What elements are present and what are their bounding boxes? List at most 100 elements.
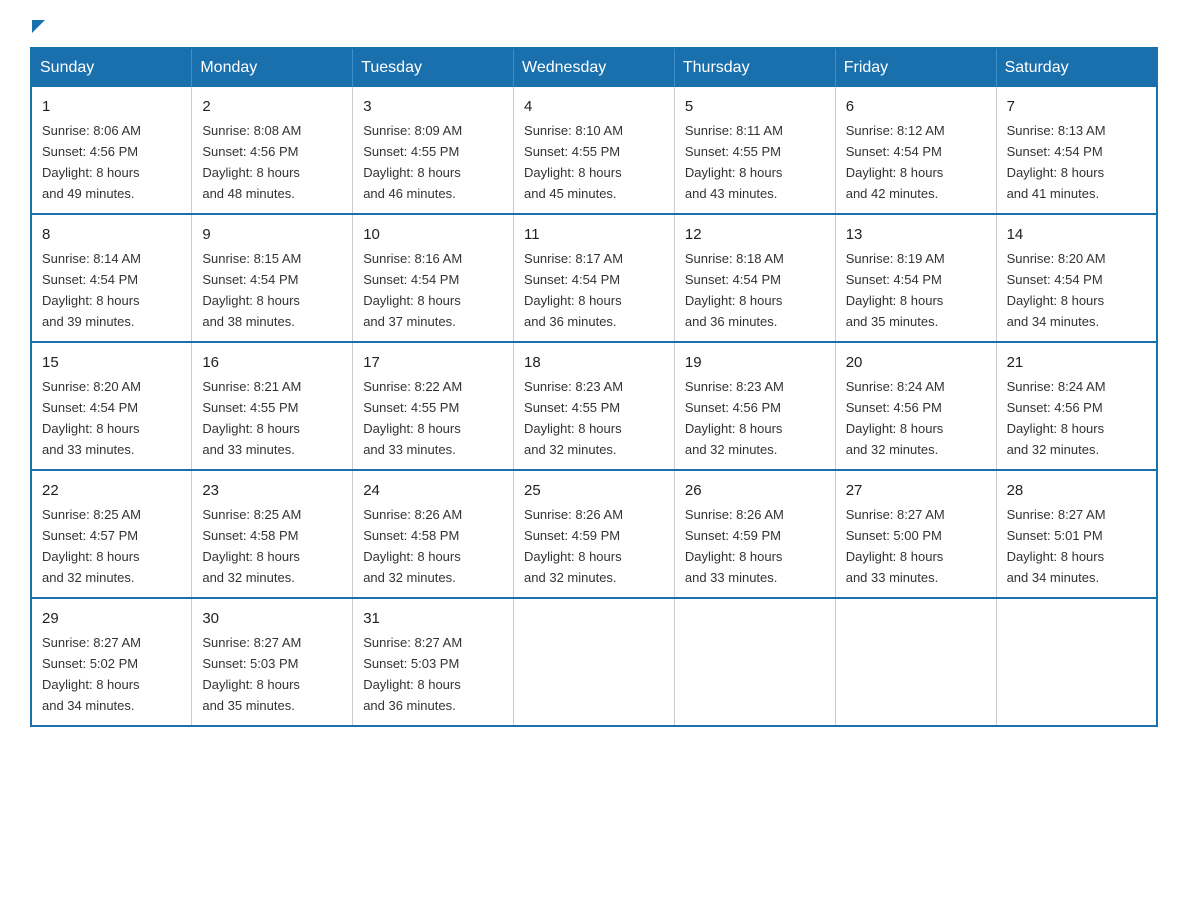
day-info: Sunrise: 8:15 AMSunset: 4:54 PMDaylight:…: [202, 251, 301, 329]
day-number: 9: [202, 223, 342, 246]
day-info: Sunrise: 8:27 AMSunset: 5:03 PMDaylight:…: [202, 635, 301, 713]
calendar-cell: [674, 598, 835, 726]
calendar-cell: 17 Sunrise: 8:22 AMSunset: 4:55 PMDaylig…: [353, 342, 514, 470]
day-number: 31: [363, 607, 503, 630]
header-wednesday: Wednesday: [514, 48, 675, 87]
day-info: Sunrise: 8:20 AMSunset: 4:54 PMDaylight:…: [42, 379, 141, 457]
day-info: Sunrise: 8:27 AMSunset: 5:00 PMDaylight:…: [846, 507, 945, 585]
calendar-week-3: 15 Sunrise: 8:20 AMSunset: 4:54 PMDaylig…: [31, 342, 1157, 470]
day-number: 10: [363, 223, 503, 246]
calendar-cell: 22 Sunrise: 8:25 AMSunset: 4:57 PMDaylig…: [31, 470, 192, 598]
day-info: Sunrise: 8:27 AMSunset: 5:01 PMDaylight:…: [1007, 507, 1106, 585]
calendar-cell: 6 Sunrise: 8:12 AMSunset: 4:54 PMDayligh…: [835, 87, 996, 214]
calendar-cell: [835, 598, 996, 726]
calendar-cell: 27 Sunrise: 8:27 AMSunset: 5:00 PMDaylig…: [835, 470, 996, 598]
calendar-cell: 3 Sunrise: 8:09 AMSunset: 4:55 PMDayligh…: [353, 87, 514, 214]
calendar-cell: 19 Sunrise: 8:23 AMSunset: 4:56 PMDaylig…: [674, 342, 835, 470]
logo: [30, 20, 45, 29]
day-number: 27: [846, 479, 986, 502]
calendar-cell: 20 Sunrise: 8:24 AMSunset: 4:56 PMDaylig…: [835, 342, 996, 470]
day-number: 17: [363, 351, 503, 374]
day-number: 6: [846, 95, 986, 118]
day-info: Sunrise: 8:26 AMSunset: 4:58 PMDaylight:…: [363, 507, 462, 585]
day-info: Sunrise: 8:23 AMSunset: 4:55 PMDaylight:…: [524, 379, 623, 457]
calendar-cell: 14 Sunrise: 8:20 AMSunset: 4:54 PMDaylig…: [996, 214, 1157, 342]
day-info: Sunrise: 8:25 AMSunset: 4:57 PMDaylight:…: [42, 507, 141, 585]
calendar-cell: 18 Sunrise: 8:23 AMSunset: 4:55 PMDaylig…: [514, 342, 675, 470]
header-tuesday: Tuesday: [353, 48, 514, 87]
calendar-table: SundayMondayTuesdayWednesdayThursdayFrid…: [30, 47, 1158, 727]
calendar-cell: 26 Sunrise: 8:26 AMSunset: 4:59 PMDaylig…: [674, 470, 835, 598]
calendar-cell: 31 Sunrise: 8:27 AMSunset: 5:03 PMDaylig…: [353, 598, 514, 726]
day-info: Sunrise: 8:25 AMSunset: 4:58 PMDaylight:…: [202, 507, 301, 585]
day-number: 18: [524, 351, 664, 374]
calendar-cell: 23 Sunrise: 8:25 AMSunset: 4:58 PMDaylig…: [192, 470, 353, 598]
page-header: [30, 20, 1158, 29]
day-info: Sunrise: 8:06 AMSunset: 4:56 PMDaylight:…: [42, 123, 141, 201]
calendar-cell: 25 Sunrise: 8:26 AMSunset: 4:59 PMDaylig…: [514, 470, 675, 598]
day-info: Sunrise: 8:18 AMSunset: 4:54 PMDaylight:…: [685, 251, 784, 329]
day-info: Sunrise: 8:09 AMSunset: 4:55 PMDaylight:…: [363, 123, 462, 201]
day-number: 8: [42, 223, 181, 246]
calendar-cell: 4 Sunrise: 8:10 AMSunset: 4:55 PMDayligh…: [514, 87, 675, 214]
calendar-cell: 8 Sunrise: 8:14 AMSunset: 4:54 PMDayligh…: [31, 214, 192, 342]
day-info: Sunrise: 8:12 AMSunset: 4:54 PMDaylight:…: [846, 123, 945, 201]
day-info: Sunrise: 8:22 AMSunset: 4:55 PMDaylight:…: [363, 379, 462, 457]
calendar-week-1: 1 Sunrise: 8:06 AMSunset: 4:56 PMDayligh…: [31, 87, 1157, 214]
day-number: 20: [846, 351, 986, 374]
calendar-week-2: 8 Sunrise: 8:14 AMSunset: 4:54 PMDayligh…: [31, 214, 1157, 342]
day-info: Sunrise: 8:11 AMSunset: 4:55 PMDaylight:…: [685, 123, 783, 201]
day-info: Sunrise: 8:24 AMSunset: 4:56 PMDaylight:…: [1007, 379, 1106, 457]
calendar-cell: 16 Sunrise: 8:21 AMSunset: 4:55 PMDaylig…: [192, 342, 353, 470]
header-saturday: Saturday: [996, 48, 1157, 87]
calendar-cell: [996, 598, 1157, 726]
calendar-cell: 30 Sunrise: 8:27 AMSunset: 5:03 PMDaylig…: [192, 598, 353, 726]
day-number: 22: [42, 479, 181, 502]
day-info: Sunrise: 8:16 AMSunset: 4:54 PMDaylight:…: [363, 251, 462, 329]
day-number: 21: [1007, 351, 1146, 374]
calendar-cell: 7 Sunrise: 8:13 AMSunset: 4:54 PMDayligh…: [996, 87, 1157, 214]
calendar-cell: 11 Sunrise: 8:17 AMSunset: 4:54 PMDaylig…: [514, 214, 675, 342]
calendar-header-row: SundayMondayTuesdayWednesdayThursdayFrid…: [31, 48, 1157, 87]
day-info: Sunrise: 8:26 AMSunset: 4:59 PMDaylight:…: [524, 507, 623, 585]
calendar-cell: 5 Sunrise: 8:11 AMSunset: 4:55 PMDayligh…: [674, 87, 835, 214]
calendar-cell: 21 Sunrise: 8:24 AMSunset: 4:56 PMDaylig…: [996, 342, 1157, 470]
day-info: Sunrise: 8:26 AMSunset: 4:59 PMDaylight:…: [685, 507, 784, 585]
day-info: Sunrise: 8:14 AMSunset: 4:54 PMDaylight:…: [42, 251, 141, 329]
day-info: Sunrise: 8:10 AMSunset: 4:55 PMDaylight:…: [524, 123, 623, 201]
calendar-cell: 29 Sunrise: 8:27 AMSunset: 5:02 PMDaylig…: [31, 598, 192, 726]
day-number: 11: [524, 223, 664, 246]
day-number: 7: [1007, 95, 1146, 118]
day-number: 26: [685, 479, 825, 502]
day-info: Sunrise: 8:24 AMSunset: 4:56 PMDaylight:…: [846, 379, 945, 457]
day-number: 28: [1007, 479, 1146, 502]
header-thursday: Thursday: [674, 48, 835, 87]
day-number: 12: [685, 223, 825, 246]
day-info: Sunrise: 8:21 AMSunset: 4:55 PMDaylight:…: [202, 379, 301, 457]
day-number: 5: [685, 95, 825, 118]
day-number: 16: [202, 351, 342, 374]
day-number: 13: [846, 223, 986, 246]
calendar-cell: 28 Sunrise: 8:27 AMSunset: 5:01 PMDaylig…: [996, 470, 1157, 598]
calendar-cell: 13 Sunrise: 8:19 AMSunset: 4:54 PMDaylig…: [835, 214, 996, 342]
day-number: 19: [685, 351, 825, 374]
calendar-week-4: 22 Sunrise: 8:25 AMSunset: 4:57 PMDaylig…: [31, 470, 1157, 598]
day-info: Sunrise: 8:23 AMSunset: 4:56 PMDaylight:…: [685, 379, 784, 457]
day-number: 23: [202, 479, 342, 502]
day-info: Sunrise: 8:08 AMSunset: 4:56 PMDaylight:…: [202, 123, 301, 201]
calendar-cell: 24 Sunrise: 8:26 AMSunset: 4:58 PMDaylig…: [353, 470, 514, 598]
day-number: 30: [202, 607, 342, 630]
header-monday: Monday: [192, 48, 353, 87]
day-info: Sunrise: 8:13 AMSunset: 4:54 PMDaylight:…: [1007, 123, 1106, 201]
day-number: 24: [363, 479, 503, 502]
day-number: 15: [42, 351, 181, 374]
day-info: Sunrise: 8:20 AMSunset: 4:54 PMDaylight:…: [1007, 251, 1106, 329]
day-number: 29: [42, 607, 181, 630]
calendar-cell: 9 Sunrise: 8:15 AMSunset: 4:54 PMDayligh…: [192, 214, 353, 342]
day-number: 14: [1007, 223, 1146, 246]
day-number: 3: [363, 95, 503, 118]
day-number: 4: [524, 95, 664, 118]
calendar-cell: 12 Sunrise: 8:18 AMSunset: 4:54 PMDaylig…: [674, 214, 835, 342]
day-info: Sunrise: 8:19 AMSunset: 4:54 PMDaylight:…: [846, 251, 945, 329]
day-number: 25: [524, 479, 664, 502]
